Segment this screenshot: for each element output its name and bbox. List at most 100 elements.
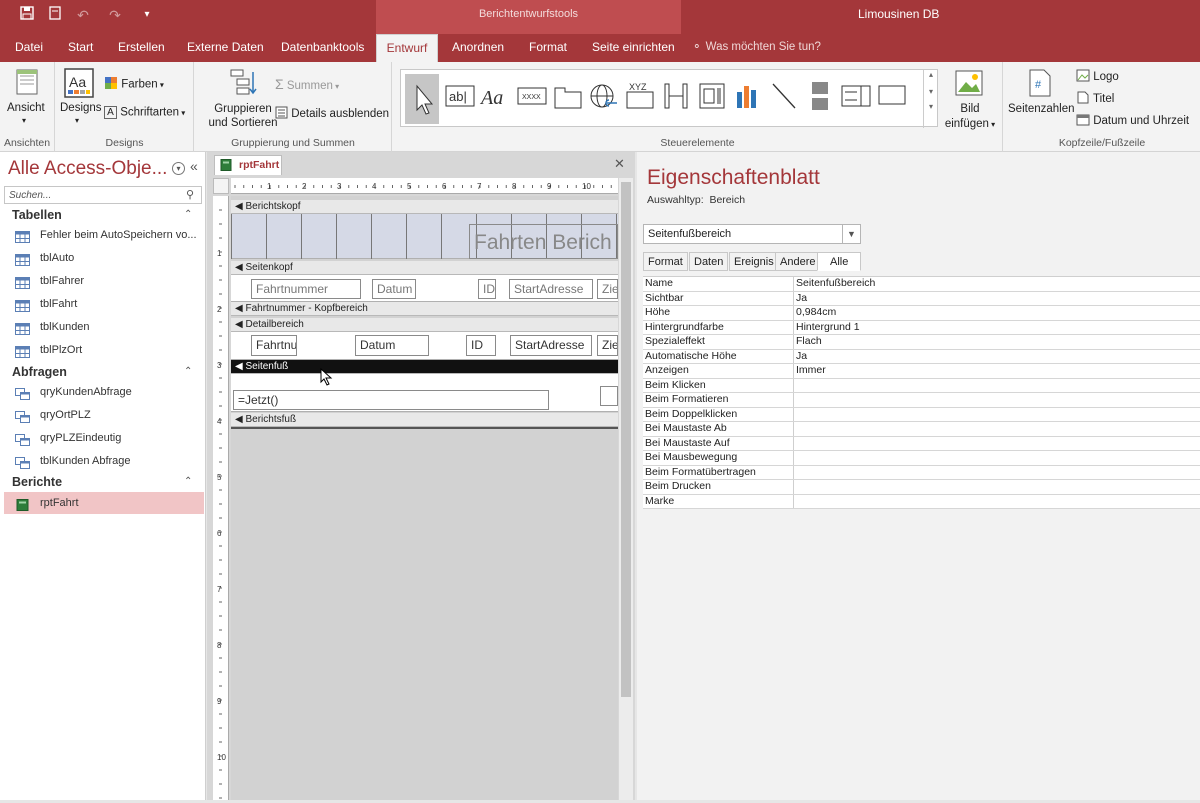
property-row[interactable]: Bei Maustaste Auf xyxy=(643,436,1200,451)
property-row[interactable]: Marke xyxy=(643,494,1200,509)
ps-tab-alle[interactable]: Alle xyxy=(817,252,862,271)
nav-item-table[interactable]: tblKunden xyxy=(4,316,204,338)
header-fahrtnummer-label[interactable]: Fahrtnummer xyxy=(251,279,361,299)
collapse-chevron-icon[interactable]: ⌃ xyxy=(184,209,192,220)
property-row[interactable]: Beim Drucken xyxy=(643,480,1200,495)
nav-item-table[interactable]: tblAuto xyxy=(4,247,204,269)
section-bar-berichtskopf[interactable]: ◀ Berichtskopf xyxy=(231,200,618,214)
collapse-chevron-icon[interactable]: ⌃ xyxy=(184,366,192,377)
property-value[interactable]: Immer xyxy=(793,364,1200,378)
seitenzahlen-button[interactable]: Seitenzahlen xyxy=(1008,103,1075,115)
form-view-icon[interactable] xyxy=(46,6,64,24)
page-break-icon[interactable] xyxy=(803,76,837,116)
schriftarten-button[interactable]: A Schriftarten ▾ xyxy=(104,106,185,119)
nav-item-table[interactable]: tblFahrt xyxy=(4,293,204,315)
property-row[interactable]: Bei Maustaste Ab xyxy=(643,422,1200,437)
hyperlink-icon[interactable] xyxy=(587,76,621,116)
property-value[interactable] xyxy=(793,422,1200,436)
nav-item-query[interactable]: tblKunden Abfrage xyxy=(4,450,204,472)
section-bar-berichtsfuss[interactable]: ◀ Berichtsfuß xyxy=(231,413,618,427)
property-row[interactable]: Spezialeffekt Flach xyxy=(643,335,1200,350)
datum-uhrzeit-button[interactable]: Datum und Uhrzeit xyxy=(1076,113,1189,129)
section-body-seitenkopf[interactable]: Fahrtnummer Datum ID StartAdresse Zie xyxy=(231,275,618,302)
nav-item-query[interactable]: qryPLZEindeutig xyxy=(4,427,204,449)
property-row[interactable]: Sichtbar Ja xyxy=(643,291,1200,306)
scrollbar-thumb[interactable] xyxy=(621,182,631,697)
detail-fahrtnr-field[interactable]: Fahrtnu xyxy=(251,335,297,356)
property-row[interactable]: Name Seitenfußbereich xyxy=(643,277,1200,292)
nav-category-abfragen[interactable]: Abfragen xyxy=(12,365,67,379)
ps-tab-andere[interactable]: Andere xyxy=(775,252,821,271)
nav-pane-title[interactable]: Alle Access-Obje... xyxy=(8,158,167,180)
nav-item-query[interactable]: qryKundenAbfrage xyxy=(4,381,204,403)
property-row[interactable]: Beim Formatübertragen xyxy=(643,465,1200,480)
property-row[interactable]: Höhe 0,984cm xyxy=(643,306,1200,321)
chevron-down-icon[interactable]: ▼ xyxy=(842,225,860,243)
tab-seite-einrichten[interactable]: Seite einrichten xyxy=(586,34,681,62)
summen-button[interactable]: Σ Summen ▾ xyxy=(275,76,339,92)
nav-search-input[interactable]: Suchen... xyxy=(4,186,202,204)
farben-button[interactable]: Farben ▾ xyxy=(104,76,164,93)
details-ausblenden-button[interactable]: Details ausblenden xyxy=(275,106,389,122)
property-row[interactable]: Beim Formatieren xyxy=(643,393,1200,408)
gruppieren-button[interactable]: Gruppieren und Sortieren xyxy=(203,102,283,130)
property-value[interactable] xyxy=(793,436,1200,450)
nav-item-table[interactable]: tblFahrer xyxy=(4,270,204,292)
section-bar-seitenfuss[interactable]: ◀ Seitenfuß xyxy=(231,360,618,374)
ps-tab-format[interactable]: Format xyxy=(643,252,688,271)
rectangle-icon[interactable] xyxy=(875,76,909,116)
property-value[interactable] xyxy=(793,378,1200,392)
vertical-scrollbar[interactable] xyxy=(619,178,633,800)
customize-qat-icon[interactable]: ▾ xyxy=(138,6,156,24)
report-title-label[interactable]: Fahrten Berich xyxy=(469,224,618,259)
navigation-control-icon[interactable] xyxy=(659,76,693,116)
header-datum-label[interactable]: Datum xyxy=(372,279,416,299)
nav-item-table[interactable]: tblPlzOrt xyxy=(4,339,204,361)
header-startadresse-label[interactable]: StartAdresse xyxy=(509,279,593,299)
property-value[interactable] xyxy=(793,465,1200,479)
label-icon[interactable]: Aa xyxy=(479,76,513,116)
button-control-icon[interactable]: XXXX xyxy=(515,76,549,116)
collapse-pane-icon[interactable]: « xyxy=(190,158,198,174)
undo-icon[interactable]: ↶ xyxy=(74,6,92,24)
section-bar-detailbereich[interactable]: ◀ Detailbereich xyxy=(231,318,618,332)
nav-item-table[interactable]: Fehler beim AutoSpeichern vo... xyxy=(4,224,204,246)
property-row[interactable]: Beim Klicken xyxy=(643,378,1200,393)
object-selector-dropdown[interactable]: Seitenfußbereich ▼ xyxy=(643,224,861,244)
logo-button[interactable]: Logo xyxy=(1076,69,1119,85)
property-row[interactable]: Bei Mausbewegung xyxy=(643,451,1200,466)
property-value[interactable] xyxy=(793,451,1200,465)
nav-category-berichte[interactable]: Berichte xyxy=(12,475,62,489)
nav-menu-chevron-icon[interactable]: ▾ xyxy=(172,162,185,175)
detail-id-field[interactable]: ID xyxy=(466,335,496,356)
property-value[interactable]: Seitenfußbereich xyxy=(793,277,1200,291)
tab-datenbanktools[interactable]: Datenbanktools xyxy=(275,34,370,62)
tab-control-icon[interactable] xyxy=(551,76,585,116)
property-row[interactable]: Automatische Höhe Ja xyxy=(643,349,1200,364)
section-bar-seitenkopf[interactable]: ◀ Seitenkopf xyxy=(231,261,618,275)
property-row[interactable]: Beim Doppelklicken xyxy=(643,407,1200,422)
tab-start[interactable]: Start xyxy=(62,34,99,62)
property-value[interactable] xyxy=(793,407,1200,421)
close-icon[interactable]: ✕ xyxy=(614,156,625,172)
tab-entwurf[interactable]: Entwurf xyxy=(376,34,438,62)
header-zie-label[interactable]: Zie xyxy=(597,279,618,299)
tab-format[interactable]: Format xyxy=(523,34,573,62)
subform-icon[interactable] xyxy=(695,76,729,116)
detail-startadresse-field[interactable]: StartAdresse xyxy=(510,335,592,356)
footer-jetzt-field[interactable]: =Jetzt() xyxy=(233,390,549,410)
property-value[interactable]: Hintergrund 1 xyxy=(793,320,1200,334)
designs-button[interactable]: Aa xyxy=(64,68,94,101)
footer-page-field[interactable] xyxy=(600,386,618,406)
combobox-icon[interactable] xyxy=(839,76,873,116)
header-id-label[interactable]: ID xyxy=(478,279,496,299)
tab-anordnen[interactable]: Anordnen xyxy=(446,34,510,62)
web-browser-icon[interactable]: XYZ xyxy=(623,76,657,116)
property-value[interactable] xyxy=(793,480,1200,494)
search-icon[interactable]: ⚲ xyxy=(186,188,194,201)
view-button[interactable] xyxy=(10,68,44,99)
property-row[interactable]: Anzeigen Immer xyxy=(643,364,1200,379)
redo-icon[interactable]: ↷ xyxy=(106,6,124,24)
section-body-berichtskopf[interactable]: Fahrten Berich xyxy=(231,214,618,259)
section-bar-fahrtnummer-kopf[interactable]: ◀ Fahrtnummer - Kopfbereich xyxy=(231,302,618,316)
